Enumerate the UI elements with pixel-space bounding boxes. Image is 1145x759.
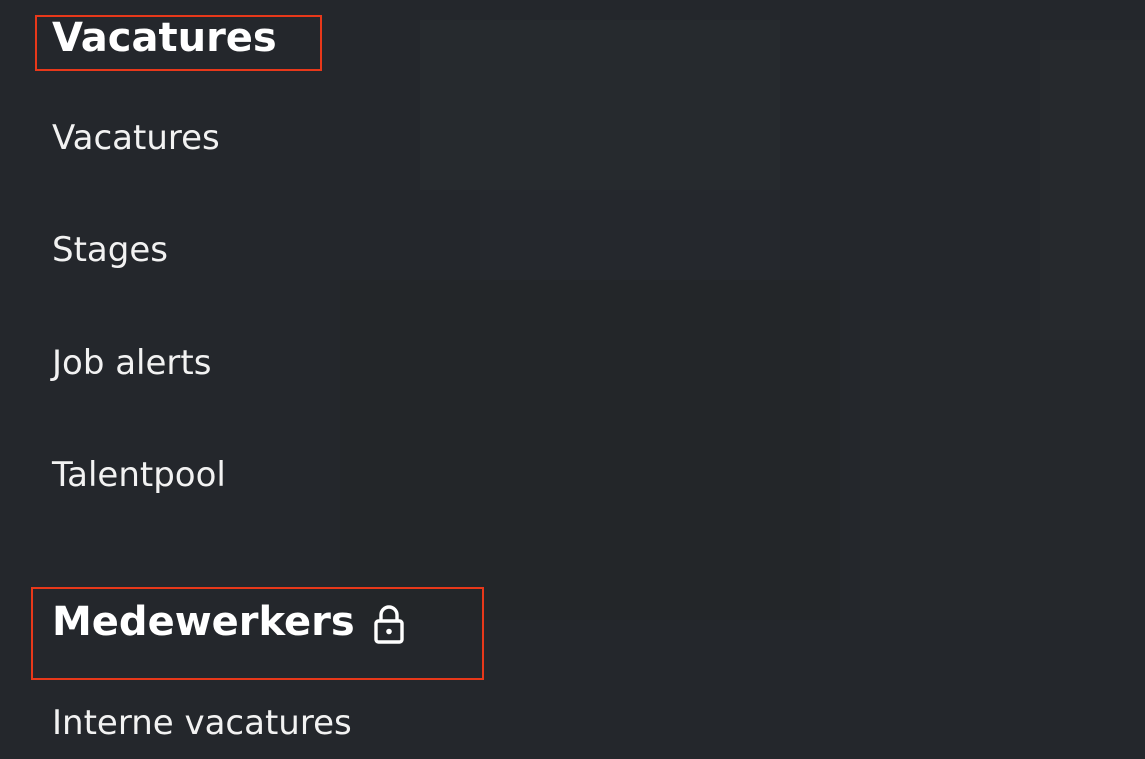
footer-menu: Vacatures Vacatures Stages Job alerts Ta… (0, 0, 1145, 759)
menu-link-talentpool[interactable]: Talentpool (52, 455, 226, 495)
menu-link-job-alerts[interactable]: Job alerts (52, 343, 211, 383)
highlight-box-vacatures (35, 15, 322, 71)
menu-link-interne-vacatures[interactable]: Interne vacatures (52, 703, 352, 743)
navigation-page: Vacatures Vacatures Stages Job alerts Ta… (0, 0, 1145, 759)
menu-link-vacatures[interactable]: Vacatures (52, 118, 220, 158)
menu-link-stages[interactable]: Stages (52, 230, 168, 270)
highlight-box-medewerkers (31, 587, 484, 680)
